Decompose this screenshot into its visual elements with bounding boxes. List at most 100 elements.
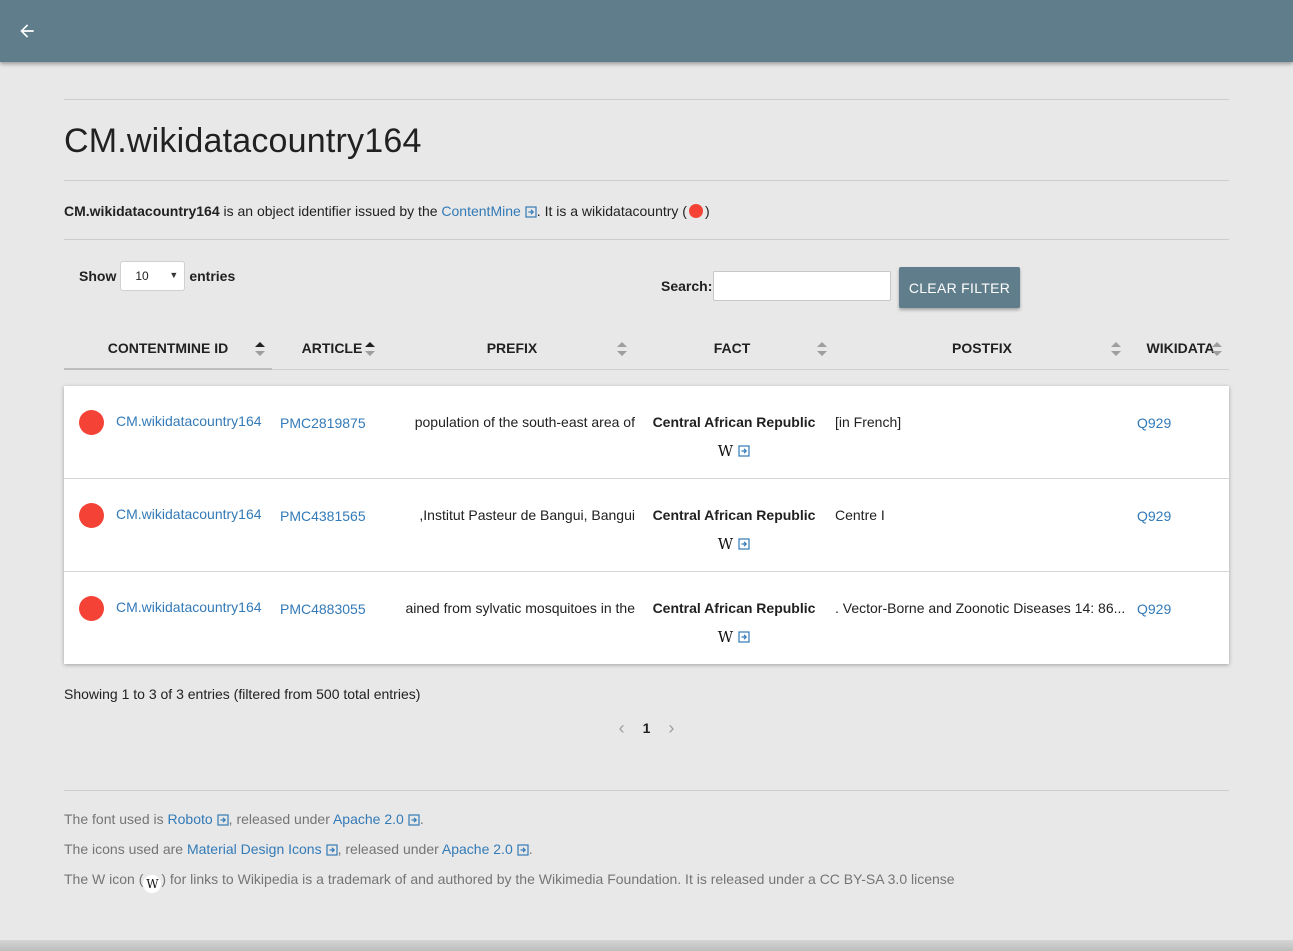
fact-text: Central African Republic <box>652 600 816 616</box>
entries-label: entries <box>189 268 236 284</box>
description-text: . It is a wikidatacountry ( <box>536 203 687 219</box>
search-label: Search: <box>661 278 713 294</box>
table-row: CM.wikidatacountry164 PMC4381565 ,Instit… <box>64 479 1229 572</box>
type-dot-icon <box>79 596 104 621</box>
column-label: PREFIX <box>486 340 538 356</box>
column-label: ARTICLE <box>301 340 363 356</box>
sort-both-icon <box>817 342 827 356</box>
external-link-icon[interactable] <box>525 206 537 218</box>
back-button[interactable] <box>12 17 42 45</box>
credit-text: The font used is <box>64 811 168 827</box>
fact-text: Central African Republic <box>652 507 816 523</box>
column-label: FACT <box>713 340 751 356</box>
external-link-icon[interactable] <box>217 814 229 826</box>
prefix-text: ,Institut Pasteur de Bangui, Bangui <box>419 507 635 523</box>
apache-license-link[interactable]: Apache 2.0 <box>333 811 404 827</box>
postfix-text: [in French] <box>835 414 902 430</box>
identifier-name: CM.wikidatacountry164 <box>64 203 220 219</box>
fact-links: W <box>644 444 824 459</box>
dropdown-caret-icon: ▼ <box>169 270 179 280</box>
sort-both-icon <box>1111 342 1121 356</box>
column-header-postfix[interactable]: POSTFIX <box>832 328 1132 368</box>
credit-text: ) for links to Wikipedia is a trademark … <box>161 871 955 887</box>
column-header-article[interactable]: ARTICLE <box>272 328 392 368</box>
sort-asc-icon <box>365 342 375 356</box>
external-link-icon[interactable] <box>738 538 750 550</box>
fact-links: W <box>644 630 824 645</box>
credit-text: , released under <box>228 811 333 827</box>
table-row: CM.wikidatacountry164 PMC2819875 populat… <box>64 386 1229 479</box>
wikipedia-w-icon[interactable]: W <box>718 444 733 459</box>
arrow-left-icon <box>20 24 34 38</box>
show-label: Show <box>79 268 117 284</box>
column-header-fact[interactable]: FACT <box>632 328 832 368</box>
contentmine-id-link[interactable]: CM.wikidatacountry164 <box>116 413 262 429</box>
external-link-icon[interactable] <box>408 814 420 826</box>
divider <box>64 99 1229 100</box>
page-button[interactable]: 1 <box>643 720 651 736</box>
icons-credit: The icons used are Material Design Icons… <box>64 839 1229 859</box>
wikipedia-w-icon: W <box>143 875 162 893</box>
issuer-link[interactable]: ContentMine <box>441 203 520 219</box>
prefix-text: ained from sylvatic mosquitoes in the <box>405 600 635 616</box>
sort-asc-icon <box>255 342 265 356</box>
search-control: Search: <box>661 271 892 301</box>
type-dot-icon <box>79 503 104 528</box>
external-link-icon[interactable] <box>325 844 338 856</box>
table-row: CM.wikidatacountry164 PMC4883055 ained f… <box>64 572 1229 664</box>
app-header <box>0 0 1293 62</box>
fact-text: Central African Republic <box>652 414 816 430</box>
column-header-contentmine-id[interactable]: CONTENTMINE ID <box>64 328 272 370</box>
external-link-icon[interactable] <box>517 844 529 856</box>
postfix-text: Centre I <box>835 507 885 523</box>
wikidata-link[interactable]: Q929 <box>1137 601 1171 617</box>
column-header-wikidata[interactable]: WIKIDATA <box>1132 328 1229 368</box>
wikipedia-w-icon[interactable]: W <box>718 537 733 552</box>
wikidata-link[interactable]: Q929 <box>1137 415 1171 431</box>
type-dot-icon <box>688 204 703 218</box>
entries-length-control: Show 10 ▼ entries <box>79 261 235 291</box>
pagination: ‹ 1 › <box>64 714 1229 742</box>
font-credit: The font used is Roboto, released under … <box>64 809 1229 829</box>
apache-license-link[interactable]: Apache 2.0 <box>442 841 513 857</box>
type-dot-icon <box>79 410 104 435</box>
table-info: Showing 1 to 3 of 3 entries (filtered fr… <box>64 686 421 702</box>
credit-text: . <box>528 841 533 857</box>
entries-select-value: 10 <box>135 269 149 283</box>
column-label: CONTENTMINE ID <box>107 340 229 356</box>
credits: The font used is Roboto, released under … <box>64 791 1229 893</box>
page-title: CM.wikidatacountry164 <box>64 122 422 160</box>
column-label: WIKIDATA <box>1146 340 1215 356</box>
contentmine-id-link[interactable]: CM.wikidatacountry164 <box>116 506 262 522</box>
sort-both-icon <box>617 342 627 356</box>
chevron-right-icon[interactable]: › <box>668 718 674 739</box>
wikidata-link[interactable]: Q929 <box>1137 508 1171 524</box>
fact-links: W <box>644 537 824 552</box>
description-text: ) <box>704 203 710 219</box>
clear-filter-button[interactable]: CLEAR FILTER <box>899 267 1020 308</box>
contentmine-id-link[interactable]: CM.wikidatacountry164 <box>116 599 262 615</box>
column-header-prefix[interactable]: PREFIX <box>392 328 632 368</box>
external-link-icon[interactable] <box>738 631 750 643</box>
credit-text: The W icon ( <box>64 871 144 887</box>
table-controls: Show 10 ▼ entries Search: CLEAR FILTER C… <box>64 240 1229 370</box>
credit-text: The icons used are <box>64 841 187 857</box>
credit-text: , released under <box>337 841 442 857</box>
search-input[interactable] <box>713 271 892 301</box>
identifier-description: CM.wikidatacountry164 is an object ident… <box>64 181 1229 239</box>
table-header: CONTENTMINE ID ARTICLE PREFIX FACT POSTF… <box>64 328 1229 370</box>
roboto-link[interactable]: Roboto <box>168 811 213 827</box>
bottom-edge <box>0 940 1293 951</box>
wikipedia-w-icon[interactable]: W <box>718 630 733 645</box>
entries-select[interactable]: 10 ▼ <box>120 261 186 291</box>
description-text: is an object identifier issued by the <box>219 203 442 219</box>
results-table: CM.wikidatacountry164 PMC2819875 populat… <box>64 386 1229 664</box>
external-link-icon[interactable] <box>738 445 750 457</box>
material-icons-link[interactable]: Material Design Icons <box>187 841 322 857</box>
credit-text: . <box>419 811 424 827</box>
postfix-text: . Vector-Borne and Zoonotic Diseases 14:… <box>835 600 1126 616</box>
chevron-left-icon[interactable]: ‹ <box>619 718 625 739</box>
column-label: POSTFIX <box>952 340 1012 356</box>
sort-both-icon <box>1212 342 1222 356</box>
main-content: CM.wikidatacountry164 CM.wikidatacountry… <box>64 99 1229 903</box>
